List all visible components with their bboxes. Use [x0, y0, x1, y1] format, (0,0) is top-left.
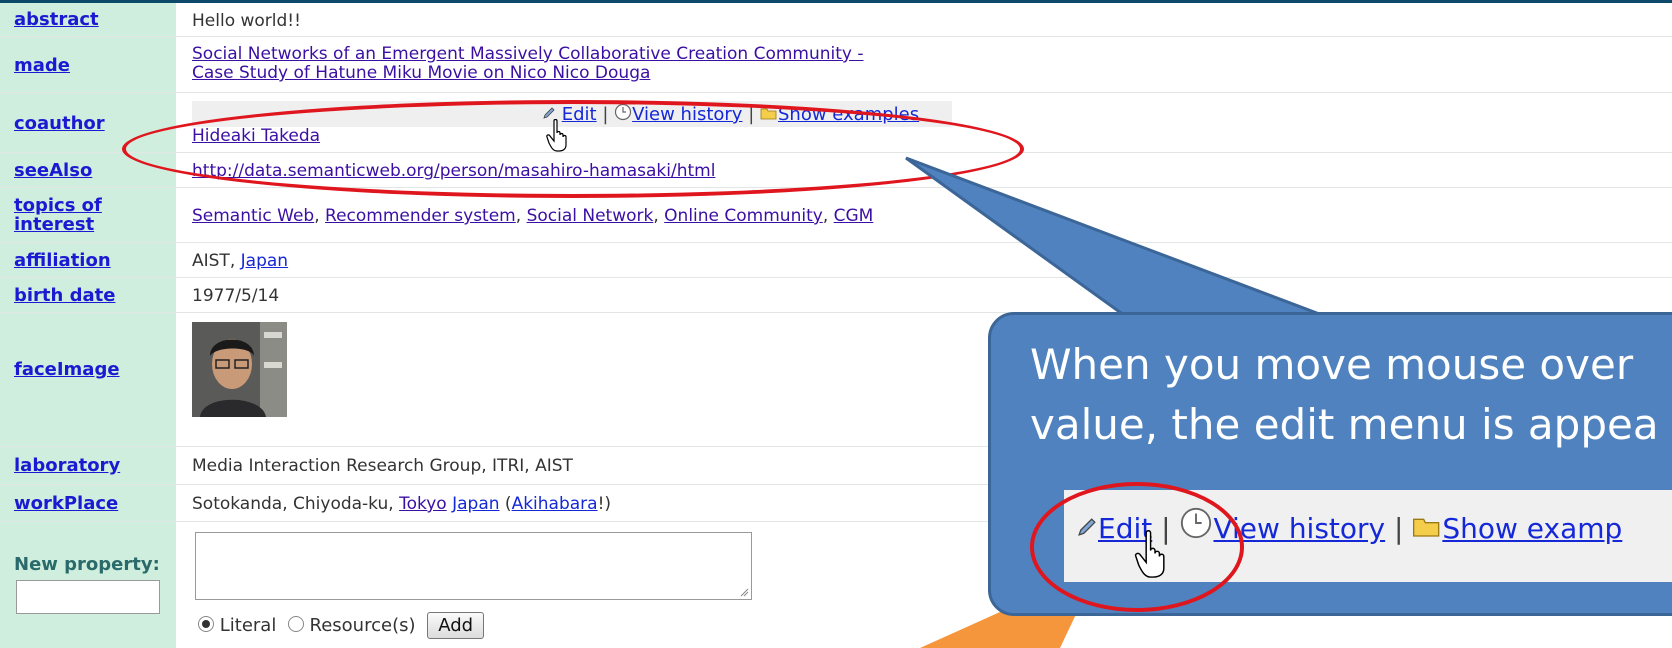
zoom-highlight-ellipse [1030, 482, 1244, 612]
show-examples-link[interactable]: Show examp [1442, 512, 1622, 545]
callout-line-1: When you move mouse over [1030, 340, 1634, 389]
callout-line-2: value, the edit menu is appea [1030, 400, 1659, 449]
folder-icon [1413, 518, 1440, 537]
